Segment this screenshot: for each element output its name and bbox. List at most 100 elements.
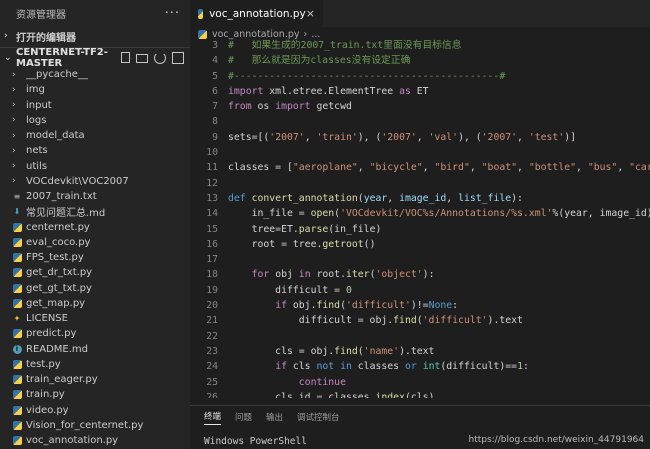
python-file-icon bbox=[12, 390, 22, 400]
line-number: 21 bbox=[206, 315, 218, 327]
python-file-icon bbox=[198, 8, 204, 19]
tree-item-label: model_data bbox=[26, 130, 85, 142]
tree-file[interactable]: test.py bbox=[0, 357, 190, 372]
code-line: 14 in_file = open('VOCdevkit/VOC%s/Annot… bbox=[190, 206, 650, 221]
tree-file[interactable]: train.py bbox=[0, 387, 190, 402]
code-line: 22 bbox=[190, 329, 650, 344]
tree-item-label: 2007_train.txt bbox=[26, 191, 97, 203]
tree-item-label: get_map.py bbox=[26, 297, 86, 309]
tree-file[interactable]: predict.py bbox=[0, 326, 190, 341]
new-folder-icon[interactable] bbox=[136, 53, 148, 63]
line-number: 18 bbox=[206, 269, 218, 281]
tree-item-label: FPS_test.py bbox=[26, 252, 84, 264]
code-text: import xml.etree.ElementTree as ET bbox=[228, 85, 429, 97]
code-line: 4 # 那么就是因为classes没有设定正确 bbox=[190, 53, 650, 68]
tree-item-label: input bbox=[26, 99, 52, 111]
tree-folder[interactable]: › nets bbox=[0, 143, 190, 158]
tree-file[interactable]: get_map.py bbox=[0, 296, 190, 311]
code-line: 6 import xml.etree.ElementTree as ET bbox=[190, 84, 650, 99]
code-line: 13 def convert_annotation(year, image_id,… bbox=[190, 191, 650, 206]
tree-file[interactable]: ⬇ 常见问题汇总.md bbox=[0, 204, 190, 219]
code-text: #---------------------------------------… bbox=[228, 70, 506, 82]
text-file-icon: ≡ bbox=[13, 192, 21, 202]
tree-folder[interactable]: › __pycache__ bbox=[0, 67, 190, 82]
tree-item-label: predict.py bbox=[26, 328, 77, 340]
tree-folder[interactable]: › input bbox=[0, 98, 190, 113]
code-line: 8 bbox=[190, 114, 650, 129]
editor-tabbar: voc_annotation.py × bbox=[190, 0, 650, 27]
tree-file[interactable]: ✦ LICENSE bbox=[0, 311, 190, 326]
open-editors-section[interactable]: › 打开的编辑器 bbox=[0, 27, 190, 45]
code-line: 15 tree=ET.parse(in_file) bbox=[190, 222, 650, 237]
watermark: https://blog.csdn.net/weixin_44791964 bbox=[468, 435, 644, 445]
chevron-down-icon: ⌄ bbox=[4, 52, 12, 63]
code-text: sets=[('2007', 'train'), ('2007', 'val')… bbox=[228, 131, 577, 143]
line-number: 5 bbox=[212, 70, 218, 82]
open-editors-label: 打开的编辑器 bbox=[16, 32, 76, 44]
tree-folder[interactable]: › logs bbox=[0, 113, 190, 128]
tree-file[interactable]: voc_annotation.py bbox=[0, 433, 190, 448]
code-text: root = tree.getroot() bbox=[228, 238, 376, 250]
refresh-icon[interactable] bbox=[154, 51, 166, 64]
code-text: difficult = 0 bbox=[228, 284, 352, 296]
tree-file[interactable]: ≡ 2007_train.txt bbox=[0, 189, 190, 204]
line-number: 12 bbox=[206, 177, 218, 189]
project-section[interactable]: ⌄ CENTERNET-TF2-MASTER bbox=[0, 47, 190, 69]
tab-problems[interactable]: 问题 bbox=[235, 411, 252, 423]
line-number: 26 bbox=[206, 391, 218, 398]
python-file-icon bbox=[12, 405, 22, 415]
python-file-icon bbox=[12, 436, 22, 446]
code-line: 24 if cls not in classes or int(difficul… bbox=[190, 359, 650, 374]
panel-tabs: 终端 问题 输出 调试控制台 bbox=[190, 406, 650, 428]
chevron-right-icon: › bbox=[4, 31, 8, 41]
explorer-sidebar: 资源管理器 ··· › 打开的编辑器 ⌄ CENTERNET-TF2-MASTE… bbox=[0, 0, 190, 449]
tab-terminal[interactable]: 终端 bbox=[204, 410, 222, 425]
line-number: 9 bbox=[212, 131, 218, 143]
tab-output[interactable]: 输出 bbox=[266, 411, 283, 423]
line-number: 24 bbox=[206, 361, 218, 373]
code-line: 26 cls_id = classes.index(cls) bbox=[190, 390, 650, 398]
code-line: 20 if obj.find('difficult')!=None: bbox=[190, 298, 650, 313]
tree-file[interactable]: Vision_for_centernet.py bbox=[0, 418, 190, 433]
tree-file[interactable]: video.py bbox=[0, 403, 190, 418]
tab-label: voc_annotation.py bbox=[209, 7, 306, 20]
line-number: 13 bbox=[206, 192, 218, 204]
tree-file[interactable]: centernet.py bbox=[0, 220, 190, 235]
tree-folder[interactable]: › VOCdevkit\VOC2007 bbox=[0, 174, 190, 189]
tab-debug-console[interactable]: 调试控制台 bbox=[297, 411, 340, 423]
new-file-icon[interactable] bbox=[121, 51, 130, 63]
tree-folder[interactable]: › utils bbox=[0, 159, 190, 174]
tree-item-label: __pycache__ bbox=[26, 69, 88, 81]
tree-item-label: img bbox=[26, 84, 45, 96]
chevron-right-icon: › bbox=[12, 84, 16, 95]
tree-item-label: train_eager.py bbox=[26, 374, 98, 386]
tree-file[interactable]: FPS_test.py bbox=[0, 250, 190, 265]
line-number: 4 bbox=[212, 55, 218, 67]
tree-file[interactable]: train_eager.py bbox=[0, 372, 190, 387]
line-number: 16 bbox=[206, 238, 218, 250]
code-text: in_file = open('VOCdevkit/VOC%s/Annotati… bbox=[228, 208, 650, 220]
code-text: if obj.find('difficult')!=None: bbox=[275, 300, 459, 312]
more-actions-icon[interactable]: ··· bbox=[165, 6, 180, 21]
line-number: 7 bbox=[212, 101, 218, 113]
tree-file[interactable]: get_gt_txt.py bbox=[0, 281, 190, 296]
tree-file[interactable]: eval_coco.py bbox=[0, 235, 190, 250]
python-file-icon bbox=[12, 359, 22, 369]
tree-file[interactable]: get_dr_txt.py bbox=[0, 265, 190, 280]
tab-voc-annotation[interactable]: voc_annotation.py × bbox=[190, 0, 323, 27]
chevron-right-icon: › bbox=[12, 130, 16, 141]
line-number: 11 bbox=[206, 162, 218, 174]
tree-file[interactable]: i README.md bbox=[0, 342, 190, 357]
tree-folder[interactable]: › model_data bbox=[0, 128, 190, 143]
code-line: 9 sets=[('2007', 'train'), ('2007', 'val'… bbox=[190, 130, 650, 145]
code-editor[interactable]: 3 # 如果生成的2007_train.txt里面没有目标信息 4 # 那么就是因为c… bbox=[190, 38, 650, 398]
collapse-all-icon[interactable] bbox=[172, 51, 184, 64]
line-number: 6 bbox=[212, 85, 218, 97]
tree-folder[interactable]: › img bbox=[0, 82, 190, 97]
tree-item-label: train.py bbox=[26, 389, 65, 401]
chevron-right-icon: › bbox=[12, 100, 16, 111]
close-icon[interactable]: × bbox=[306, 7, 315, 20]
tree-item-label: get_dr_txt.py bbox=[26, 267, 93, 279]
line-number: 14 bbox=[206, 208, 218, 220]
code-text: # 那么就是因为classes没有设定正确 bbox=[228, 55, 411, 67]
